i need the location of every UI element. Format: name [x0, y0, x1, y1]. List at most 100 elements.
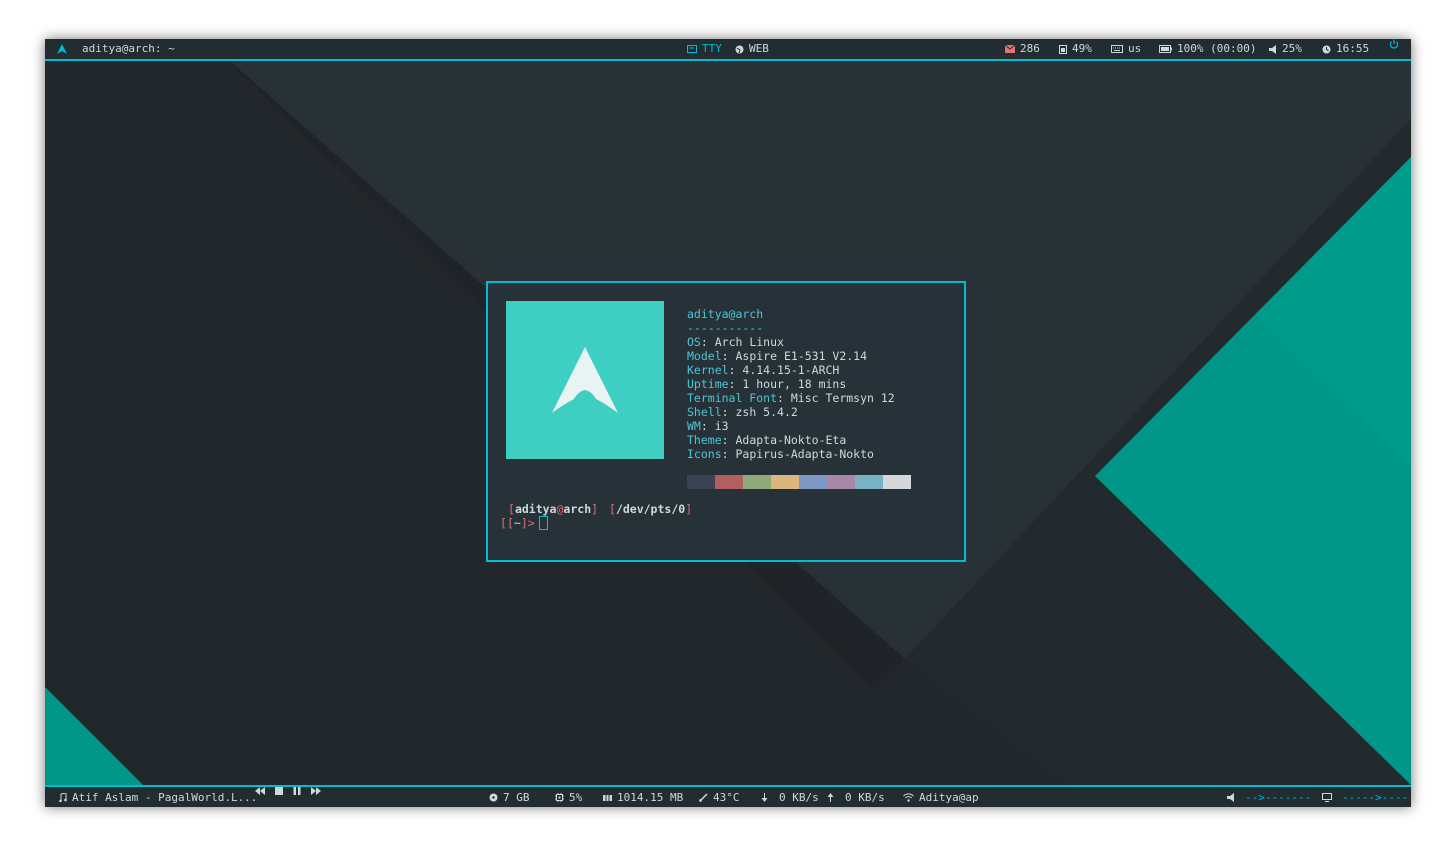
- neofetch-logo: [506, 301, 664, 459]
- media-controls: [255, 787, 321, 795]
- memory-indicator: 49%: [1059, 39, 1092, 59]
- keyboard-layout[interactable]: us: [1111, 39, 1141, 59]
- net-down-indicator: 0 KB/s: [761, 787, 819, 807]
- color-swatch: [855, 475, 883, 489]
- info-value: i3: [714, 419, 729, 433]
- color-swatch: [799, 475, 827, 489]
- system-info: aditya@arch ----------- OS: Arch Linux M…: [687, 307, 895, 461]
- top-bar: aditya@arch: ~ TTY WEB 286 49% us 100% (…: [45, 39, 1411, 61]
- prompt-cwd: ~: [513, 516, 521, 530]
- desktop: aditya@arch: ~ TTY WEB 286 49% us 100% (…: [45, 39, 1411, 807]
- next-track-button[interactable]: [311, 787, 321, 795]
- disk-icon: [489, 793, 498, 802]
- info-row-wm: WM: i3: [687, 419, 729, 433]
- terminal-icon: [687, 45, 697, 53]
- color-swatch: [743, 475, 771, 489]
- text-cursor: [538, 516, 548, 530]
- info-value: Adapta-Nokto-Eta: [735, 433, 847, 447]
- clock-time: 16:55: [1336, 42, 1370, 55]
- window-title: aditya@arch: ~: [82, 42, 175, 55]
- info-row-icons: Icons: Papirus-Adapta-Nokto: [687, 447, 874, 461]
- disk-indicator: 7 GB: [489, 787, 530, 807]
- brightness-slider[interactable]: ----->----: [1322, 787, 1408, 807]
- volume-slider[interactable]: -->-------: [1227, 787, 1311, 807]
- info-header: aditya@arch: [687, 307, 764, 321]
- color-palette: [687, 475, 911, 489]
- arch-linux-logo-icon: [552, 347, 618, 413]
- info-key: Icons: [687, 447, 722, 461]
- mail-icon: [1005, 45, 1015, 53]
- now-playing-title: Atif Aslam - PagalWorld.L...: [72, 791, 258, 804]
- info-separator: -----------: [687, 321, 764, 335]
- battery-icon: [1159, 45, 1172, 53]
- prompt-line-2: [[~]>: [500, 516, 692, 530]
- color-swatch: [827, 475, 855, 489]
- workspace-tty-label: TTY: [702, 42, 722, 55]
- prompt-user: aditya: [514, 502, 557, 516]
- workspace-web[interactable]: WEB: [735, 39, 769, 59]
- brightness-bar: ----->----: [1342, 791, 1409, 804]
- memory-usage: 49%: [1072, 42, 1092, 55]
- cpu-indicator: 5%: [555, 787, 582, 807]
- shell-prompt[interactable]: [aditya@arch] [/dev/pts/0] [[~]>: [500, 503, 692, 530]
- info-value: Misc Termsyn 12: [790, 391, 895, 405]
- stop-button[interactable]: [275, 787, 283, 795]
- media-player[interactable]: Atif Aslam - PagalWorld.L...: [59, 787, 257, 807]
- pause-button[interactable]: [293, 787, 301, 795]
- clock-icon: [1322, 45, 1331, 53]
- info-key: Theme: [687, 433, 722, 447]
- volume-level: 25%: [1282, 42, 1302, 55]
- color-swatch: [715, 475, 743, 489]
- ram-icon: [603, 794, 612, 801]
- clock: 16:55: [1322, 39, 1369, 59]
- info-value: Papirus-Adapta-Nokto: [735, 447, 874, 461]
- thermometer-icon: [699, 793, 708, 802]
- workspace-tty[interactable]: TTY: [687, 39, 722, 59]
- upload-speed: 0 KB/s: [845, 791, 885, 804]
- speaker-icon: [1269, 44, 1276, 54]
- temperature-indicator: 43°C: [699, 787, 740, 807]
- info-value: zsh 5.4.2: [735, 405, 798, 419]
- globe-icon: [735, 45, 744, 53]
- power-icon: [1389, 39, 1399, 49]
- music-note-icon: [59, 793, 67, 802]
- wifi-icon: [903, 793, 914, 802]
- cpu-usage: 5%: [569, 791, 583, 804]
- info-row-shell: Shell: zsh 5.4.2: [687, 405, 798, 419]
- window-title-block: aditya@arch: ~: [57, 39, 175, 59]
- prompt-host: arch: [563, 502, 592, 516]
- monitor-icon: [1322, 793, 1332, 802]
- keyboard-layout-label: us: [1128, 42, 1142, 55]
- info-key: WM: [687, 419, 701, 433]
- cpu-temperature: 43°C: [713, 791, 740, 804]
- info-row-uptime: Uptime: 1 hour, 18 mins: [687, 377, 847, 391]
- info-value: 4.14.15-1-ARCH: [742, 363, 840, 377]
- mail-indicator[interactable]: 286: [1005, 39, 1040, 59]
- wifi-indicator[interactable]: Aditya@ap: [903, 787, 979, 807]
- download-speed: 0 KB/s: [779, 791, 819, 804]
- disk-free: 7 GB: [503, 791, 530, 804]
- ram-usage: 1014.15 MB: [617, 791, 684, 804]
- bottom-bar: Atif Aslam - PagalWorld.L... 7 GB 5% 101…: [45, 785, 1411, 807]
- info-value: Aspire E1-531 V2.14: [735, 349, 868, 363]
- info-value: Arch Linux: [714, 335, 784, 349]
- mail-count: 286: [1020, 42, 1040, 55]
- info-row-model: Model: Aspire E1-531 V2.14: [687, 349, 868, 363]
- volume-bar: -->-------: [1245, 791, 1312, 804]
- previous-track-button[interactable]: [255, 787, 265, 795]
- upload-arrow-icon: [827, 793, 834, 802]
- info-value: 1 hour, 18 mins: [742, 377, 847, 391]
- volume-indicator[interactable]: 25%: [1269, 39, 1302, 59]
- info-key: Uptime: [687, 377, 729, 391]
- battery-indicator: 100% (00:00): [1159, 39, 1256, 59]
- power-button[interactable]: [1389, 39, 1399, 49]
- info-row-theme: Theme: Adapta-Nokto-Eta: [687, 433, 847, 447]
- keyboard-icon: [1111, 45, 1123, 53]
- wifi-network: Aditya@ap: [919, 791, 979, 804]
- download-arrow-icon: [761, 793, 768, 802]
- memory-icon: [1059, 44, 1067, 54]
- terminal-window[interactable]: aditya@arch ----------- OS: Arch Linux M…: [486, 281, 966, 562]
- info-key: OS: [687, 335, 701, 349]
- net-up-indicator: 0 KB/s: [827, 787, 885, 807]
- info-key: Shell: [687, 405, 722, 419]
